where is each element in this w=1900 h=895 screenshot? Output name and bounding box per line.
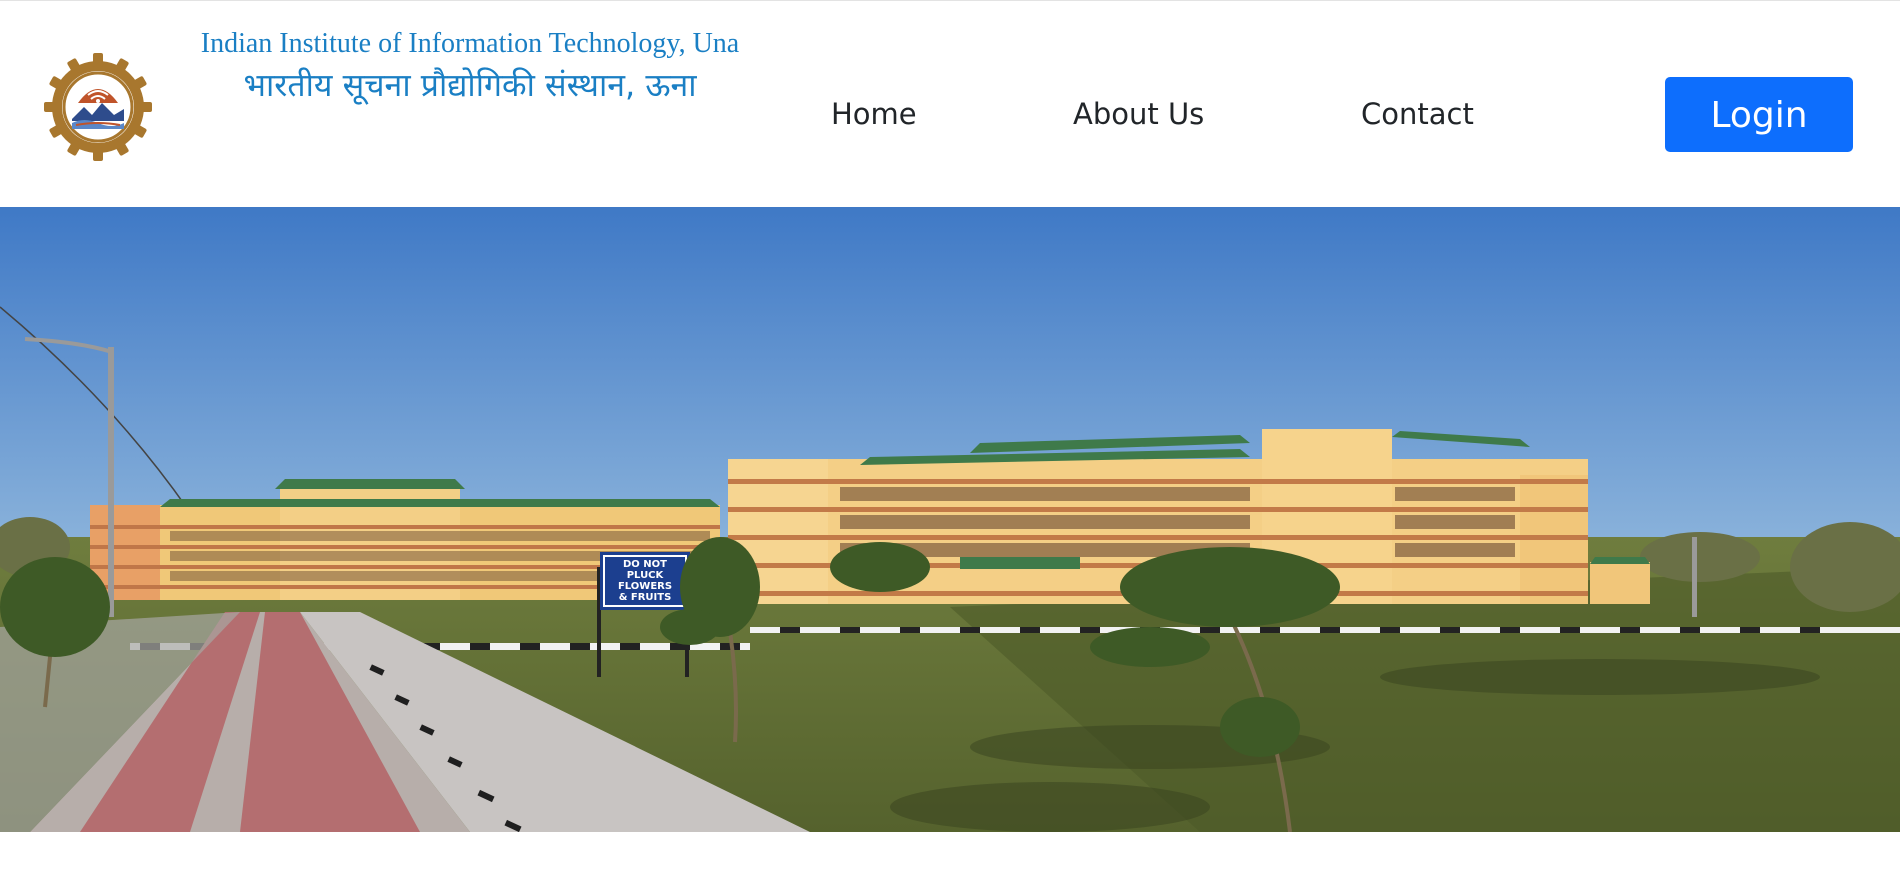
institute-logo-icon[interactable] (44, 53, 152, 161)
login-button[interactable]: Login (1665, 77, 1853, 152)
institute-name-hindi: भारतीय सूचना प्रौद्योगिकी संस्थान, ऊना (243, 66, 697, 104)
campus-hero-image: DO NOT PLUCK FLOWERS & FRUITS (0, 207, 1900, 832)
nav-about-us-link[interactable]: About Us (1073, 97, 1204, 131)
hero-sign-line-2: PLUCK (627, 570, 665, 581)
site-header: Indian Institute of Information Technolo… (0, 0, 1900, 207)
institute-name: Indian Institute of Information Technolo… (190, 25, 750, 105)
nav-contact-link[interactable]: Contact (1361, 97, 1474, 131)
hero-sign-line-1: DO NOT (623, 559, 667, 570)
hero-sign-line-4: & FRUITS (619, 592, 672, 603)
institute-name-english: Indian Institute of Information Technolo… (200, 28, 740, 59)
nav-home-link[interactable]: Home (831, 97, 917, 131)
hero-sign-line-3: FLOWERS (618, 581, 672, 592)
